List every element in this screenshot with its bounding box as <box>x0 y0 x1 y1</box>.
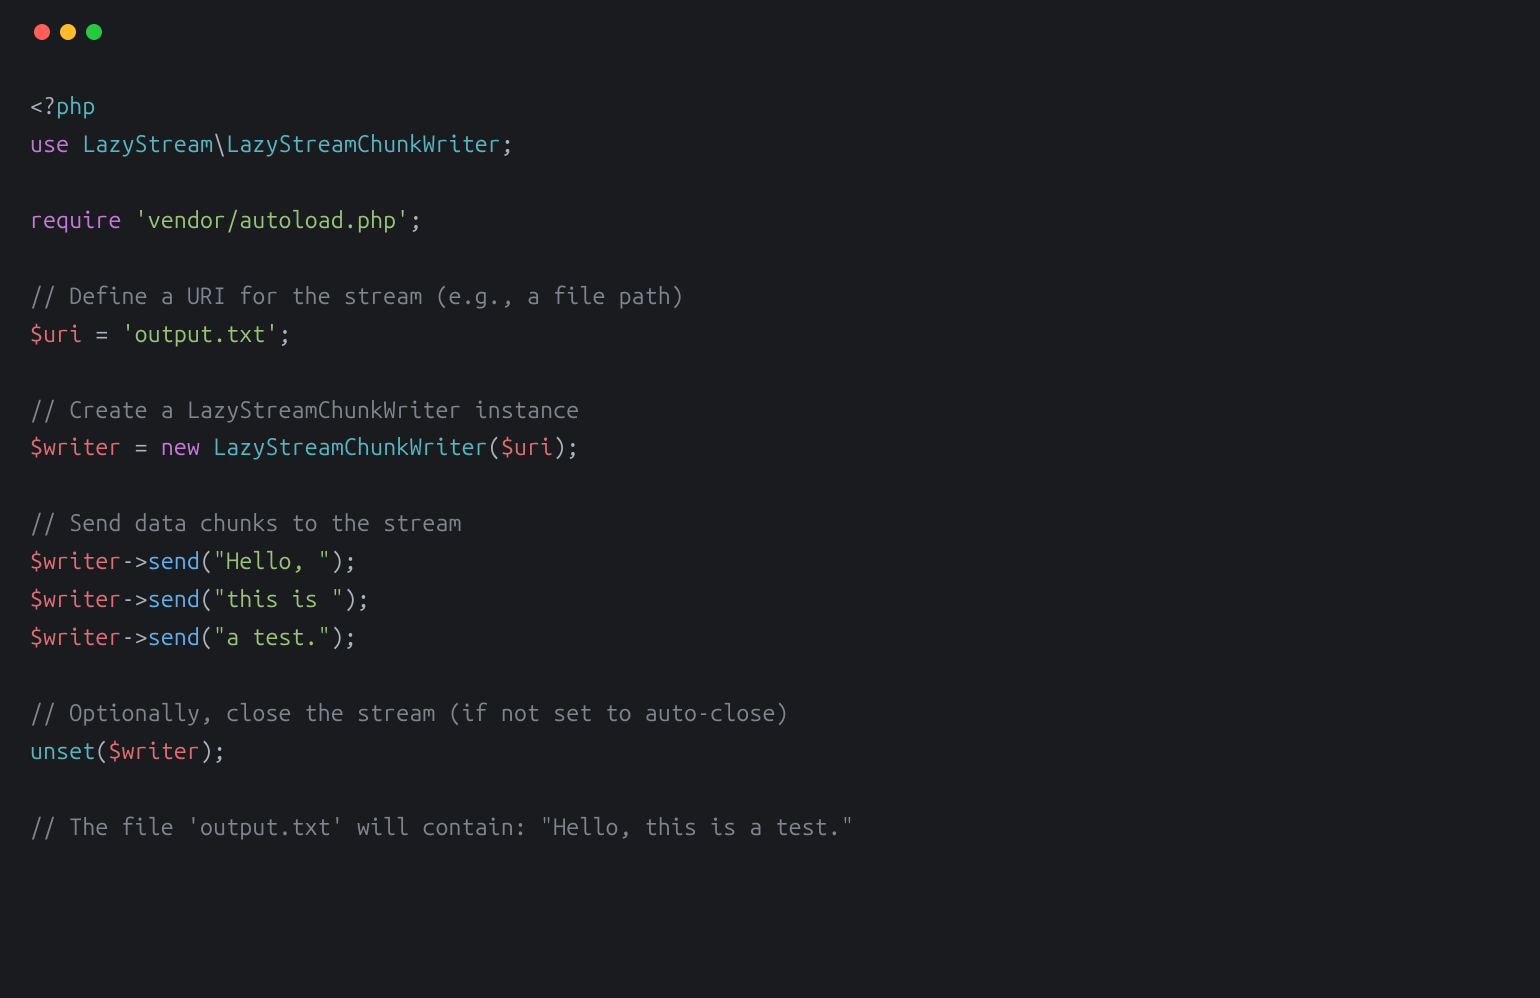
code-token: 'output.txt' <box>122 322 279 347</box>
code-token: "this is " <box>213 587 344 612</box>
code-token: LazyStream <box>82 132 213 157</box>
code-line[interactable]: unset($writer); <box>30 733 1510 771</box>
code-line[interactable]: // Optionally, close the stream (if not … <box>30 695 1510 733</box>
code-token: php <box>56 94 95 119</box>
code-token: ); <box>331 625 357 650</box>
code-token: $writer <box>30 625 122 650</box>
code-token: $writer <box>30 587 122 612</box>
code-line[interactable]: // Create a LazyStreamChunkWriter instan… <box>30 392 1510 430</box>
code-token: "Hello, " <box>213 549 331 574</box>
code-token: $uri <box>501 435 553 460</box>
code-token: -> <box>122 587 148 612</box>
code-line[interactable]: // Send data chunks to the stream <box>30 505 1510 543</box>
code-token: $uri <box>30 322 82 347</box>
code-line[interactable] <box>30 467 1510 505</box>
code-token: ); <box>200 739 226 764</box>
zoom-icon[interactable] <box>86 24 102 40</box>
minimize-icon[interactable] <box>60 24 76 40</box>
code-token: <? <box>30 94 56 119</box>
code-token: -> <box>122 549 148 574</box>
code-line[interactable]: $uri = 'output.txt'; <box>30 316 1510 354</box>
code-token: ); <box>331 549 357 574</box>
code-token: $writer <box>109 739 201 764</box>
code-token: LazyStreamChunkWriter <box>213 435 488 460</box>
code-token: 'vendor/autoload.php' <box>135 208 410 233</box>
code-token: ; <box>501 132 514 157</box>
code-line[interactable]: $writer->send("Hello, "); <box>30 543 1510 581</box>
code-line[interactable]: use LazyStream\LazyStreamChunkWriter; <box>30 126 1510 164</box>
code-token: send <box>148 587 200 612</box>
code-token: ( <box>200 625 213 650</box>
code-token: = <box>82 322 121 347</box>
code-token: ); <box>344 587 370 612</box>
code-line[interactable]: // The file 'output.txt' will contain: "… <box>30 809 1510 847</box>
code-token: ( <box>488 435 501 460</box>
code-token: // Create a LazyStreamChunkWriter instan… <box>30 398 579 423</box>
code-line[interactable]: <?php <box>30 88 1510 126</box>
code-line[interactable] <box>30 240 1510 278</box>
code-token: -> <box>122 625 148 650</box>
code-line[interactable]: $writer = new LazyStreamChunkWriter($uri… <box>30 429 1510 467</box>
code-token: ( <box>200 549 213 574</box>
code-token: send <box>148 625 200 650</box>
code-token <box>69 132 82 157</box>
code-area[interactable]: <?phpuse LazyStream\LazyStreamChunkWrite… <box>30 88 1510 847</box>
code-line[interactable]: require 'vendor/autoload.php'; <box>30 202 1510 240</box>
code-token: // Optionally, close the stream (if not … <box>30 701 789 726</box>
code-token: // Send data chunks to the stream <box>30 511 462 536</box>
code-token: "a test." <box>213 625 331 650</box>
code-token <box>122 208 135 233</box>
code-token: // Define a URI for the stream (e.g., a … <box>30 284 684 309</box>
code-token: ( <box>95 739 108 764</box>
code-line[interactable] <box>30 771 1510 809</box>
code-token <box>200 435 213 460</box>
code-token: ); <box>553 435 579 460</box>
code-token: $writer <box>30 549 122 574</box>
code-token: ( <box>200 587 213 612</box>
code-line[interactable]: // Define a URI for the stream (e.g., a … <box>30 278 1510 316</box>
code-line[interactable]: $writer->send("this is "); <box>30 581 1510 619</box>
code-token: // The file 'output.txt' will contain: "… <box>30 815 854 840</box>
code-token: LazyStreamChunkWriter <box>226 132 501 157</box>
code-line[interactable]: $writer->send("a test."); <box>30 619 1510 657</box>
code-token: $writer <box>30 435 122 460</box>
code-token: ; <box>279 322 292 347</box>
code-editor-window: <?phpuse LazyStream\LazyStreamChunkWrite… <box>0 0 1540 998</box>
code-token: use <box>30 132 69 157</box>
close-icon[interactable] <box>34 24 50 40</box>
window-titlebar <box>30 24 1510 40</box>
code-token: unset <box>30 739 95 764</box>
code-line[interactable] <box>30 657 1510 695</box>
code-line[interactable] <box>30 164 1510 202</box>
code-token: = <box>122 435 161 460</box>
code-token: require <box>30 208 122 233</box>
code-token: new <box>161 435 200 460</box>
code-token: send <box>148 549 200 574</box>
code-line[interactable] <box>30 354 1510 392</box>
code-token: \ <box>213 132 226 157</box>
code-token: ; <box>409 208 422 233</box>
